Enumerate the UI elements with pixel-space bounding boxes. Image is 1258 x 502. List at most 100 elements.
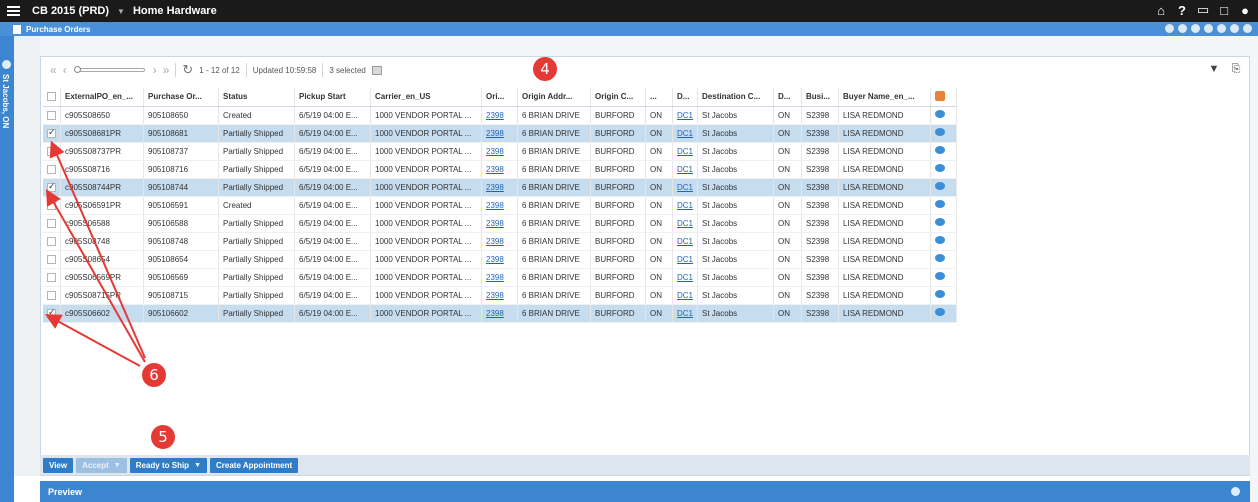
prev-page-icon[interactable]: ‹	[63, 63, 67, 77]
table-row[interactable]: c905S08737PR 905108737 Partially Shipped 6/…	[43, 142, 958, 161]
column-header[interactable]: Carrier_en_US	[370, 88, 482, 107]
table-row[interactable]: c905S08650 905108650 Created 6/5/19 04:00 E…	[43, 106, 958, 125]
window-icon[interactable]: ▭	[1196, 2, 1210, 17]
cell-origin-link[interactable]: 2398	[486, 237, 504, 246]
table-row[interactable]: c905S06588 905106588 Partially Shipped 6/5/…	[43, 214, 958, 233]
clear-selection-icon[interactable]	[371, 65, 382, 75]
cell-destination-link[interactable]: DC1	[677, 147, 693, 156]
cell-destination-link[interactable]: DC1	[677, 165, 693, 174]
row-checkbox[interactable]	[47, 236, 56, 246]
column-header[interactable]: Origin Addr...	[517, 88, 591, 107]
view-button[interactable]: View	[43, 457, 74, 473]
slider-knob[interactable]	[73, 66, 81, 73]
comment-icon[interactable]	[935, 272, 946, 280]
column-header[interactable]: Pickup Start	[294, 88, 371, 107]
cell-destination-link[interactable]: DC1	[677, 291, 693, 300]
contact-icon[interactable]	[935, 90, 946, 101]
cell-origin-link[interactable]: 2398	[486, 219, 504, 228]
home-icon[interactable]: ⌂	[1154, 3, 1168, 18]
table-row[interactable]: c905S08681PR 905108681 Partially Shipped 6/…	[43, 124, 958, 143]
row-checkbox[interactable]	[47, 272, 56, 282]
table-row[interactable]: c905S06602 905106602 Partially Shipped 6/5/…	[43, 304, 958, 323]
table-row[interactable]: c905S06591PR 905106591 Created 6/5/19 04:00…	[43, 196, 958, 215]
cell-destination-link[interactable]: DC1	[677, 219, 693, 228]
location-label[interactable]: St Jacobs, ON	[1, 74, 10, 128]
first-page-icon[interactable]: «	[50, 63, 57, 77]
row-checkbox[interactable]	[47, 146, 56, 156]
cell-origin-link[interactable]: 2398	[486, 201, 504, 210]
ready-to-ship-button[interactable]: Ready to Ship ▼	[129, 457, 207, 473]
minimize-icon[interactable]	[1217, 24, 1226, 33]
help-icon[interactable]	[1165, 24, 1174, 33]
refresh-icon[interactable]	[1230, 24, 1239, 33]
row-checkbox[interactable]	[47, 164, 56, 174]
preview-bar[interactable]: Preview	[40, 481, 1250, 502]
row-checkbox[interactable]	[47, 307, 56, 318]
comment-icon[interactable]	[935, 128, 946, 136]
select-all-checkbox[interactable]	[47, 92, 56, 102]
table-row[interactable]: c905S08744PR 905108744 Partially Shipped 6/…	[43, 178, 958, 197]
expand-icon[interactable]	[2, 60, 11, 69]
settings-icon[interactable]	[1204, 24, 1213, 33]
row-checkbox[interactable]	[47, 200, 56, 210]
column-header[interactable]: ExternalPO_en_...	[60, 88, 144, 107]
help-icon[interactable]: ?	[1175, 3, 1189, 18]
column-header[interactable]: D...	[672, 88, 699, 107]
page-slider[interactable]	[73, 66, 145, 73]
column-header[interactable]: Destination C...	[697, 88, 775, 107]
hamburger-menu-icon[interactable]	[2, 0, 24, 22]
cell-origin-link[interactable]: 2398	[486, 291, 504, 300]
comment-icon[interactable]	[935, 290, 946, 298]
table-row[interactable]: c905S08654 905108654 Partially Shipped 6/5/…	[43, 250, 958, 269]
cell-origin-link[interactable]: 2398	[486, 165, 504, 174]
cell-destination-link[interactable]: DC1	[677, 237, 693, 246]
cell-origin-link[interactable]: 2398	[486, 147, 504, 156]
maximize-icon[interactable]: □	[1217, 3, 1231, 18]
chevron-down-icon[interactable]: ▼	[117, 7, 125, 16]
cell-destination-link[interactable]: DC1	[677, 183, 693, 192]
column-header[interactable]: Ori...	[481, 88, 518, 107]
column-header[interactable]: Buyer Name_en_...	[838, 88, 932, 107]
row-checkbox[interactable]	[47, 127, 56, 138]
pin-icon[interactable]	[1178, 24, 1187, 33]
comment-icon[interactable]	[935, 164, 946, 172]
table-row[interactable]: c905S06569PR 905106569 Partially Shipped 6/…	[43, 268, 958, 287]
cell-destination-link[interactable]: DC1	[677, 111, 693, 120]
comment-icon[interactable]	[935, 218, 946, 226]
close-icon[interactable]	[1243, 24, 1252, 33]
cell-origin-link[interactable]: 2398	[486, 183, 504, 192]
table-row[interactable]: c905S08748 905108748 Partially Shipped 6/5/…	[43, 232, 958, 251]
comment-icon[interactable]	[935, 308, 946, 316]
user-icon[interactable]: ●	[1238, 3, 1252, 18]
column-header[interactable]: Origin C...	[590, 88, 646, 107]
row-checkbox[interactable]	[47, 254, 56, 264]
cell-destination-link[interactable]: DC1	[677, 309, 693, 318]
create-appointment-button[interactable]: Create Appointment	[210, 457, 299, 473]
cell-origin-link[interactable]: 2398	[486, 129, 504, 138]
export-icon[interactable]: ⎘	[1230, 63, 1242, 75]
cell-destination-link[interactable]: DC1	[677, 129, 693, 138]
row-checkbox[interactable]	[47, 290, 56, 300]
app-title[interactable]: CB 2015 (PRD)	[32, 5, 109, 17]
row-checkbox[interactable]	[47, 218, 56, 228]
column-header[interactable]: Busi...	[801, 88, 840, 107]
accept-button[interactable]: Accept ▼	[76, 457, 127, 473]
cell-origin-link[interactable]: 2398	[486, 273, 504, 282]
comment-icon[interactable]	[935, 146, 946, 154]
column-header[interactable]: ...	[645, 88, 673, 107]
refresh-icon[interactable]: ↻	[182, 62, 193, 78]
column-header[interactable]: Status	[218, 88, 295, 107]
last-page-icon[interactable]: »	[163, 63, 170, 77]
comment-icon[interactable]	[935, 236, 946, 244]
expand-icon[interactable]	[1231, 487, 1240, 496]
cell-destination-link[interactable]: DC1	[677, 273, 693, 282]
table-row[interactable]: c905S08716 905108716 Partially Shipped 6/5/…	[43, 160, 958, 179]
cell-origin-link[interactable]: 2398	[486, 255, 504, 264]
cell-destination-link[interactable]: DC1	[677, 255, 693, 264]
column-header[interactable]: D...	[773, 88, 803, 107]
filter-icon[interactable]: ▼	[1208, 63, 1220, 75]
table-row[interactable]: c905S08715PR 905108715 Partially Shipped 6/…	[43, 286, 958, 305]
comment-icon[interactable]	[935, 110, 946, 118]
comment-icon[interactable]	[935, 254, 946, 262]
cell-origin-link[interactable]: 2398	[486, 309, 504, 318]
